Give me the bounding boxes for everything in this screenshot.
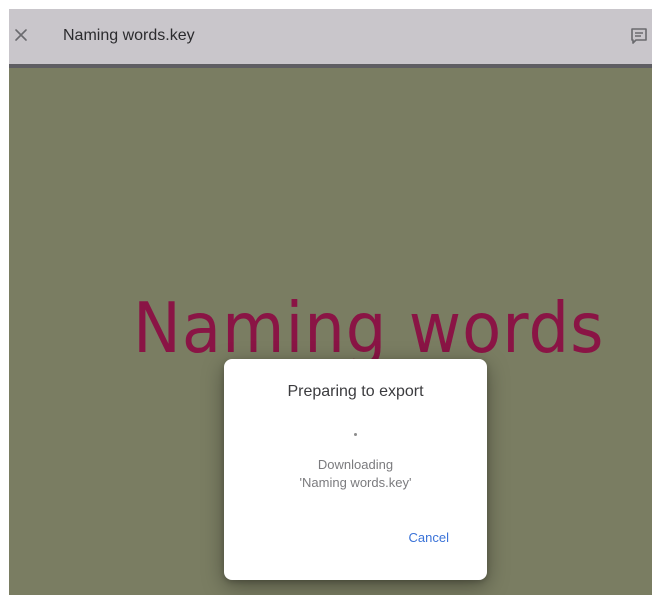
dialog-file-name: 'Naming words.key' xyxy=(299,475,412,490)
cancel-button[interactable]: Cancel xyxy=(409,528,449,547)
close-icon xyxy=(15,29,27,41)
close-button[interactable] xyxy=(9,23,33,47)
dialog-status-text: Downloading xyxy=(317,457,394,472)
comment-icon xyxy=(631,28,647,44)
dialog-title: Preparing to export xyxy=(287,383,424,400)
top-bar: Naming words.key xyxy=(9,9,652,68)
progress-spinner xyxy=(354,433,357,436)
file-title: Naming words.key xyxy=(63,27,195,44)
app-frame: Naming words.key Naming words Preparing … xyxy=(9,9,652,595)
comment-button[interactable] xyxy=(626,23,652,49)
export-dialog: Preparing to export Downloading 'Naming … xyxy=(224,359,487,580)
